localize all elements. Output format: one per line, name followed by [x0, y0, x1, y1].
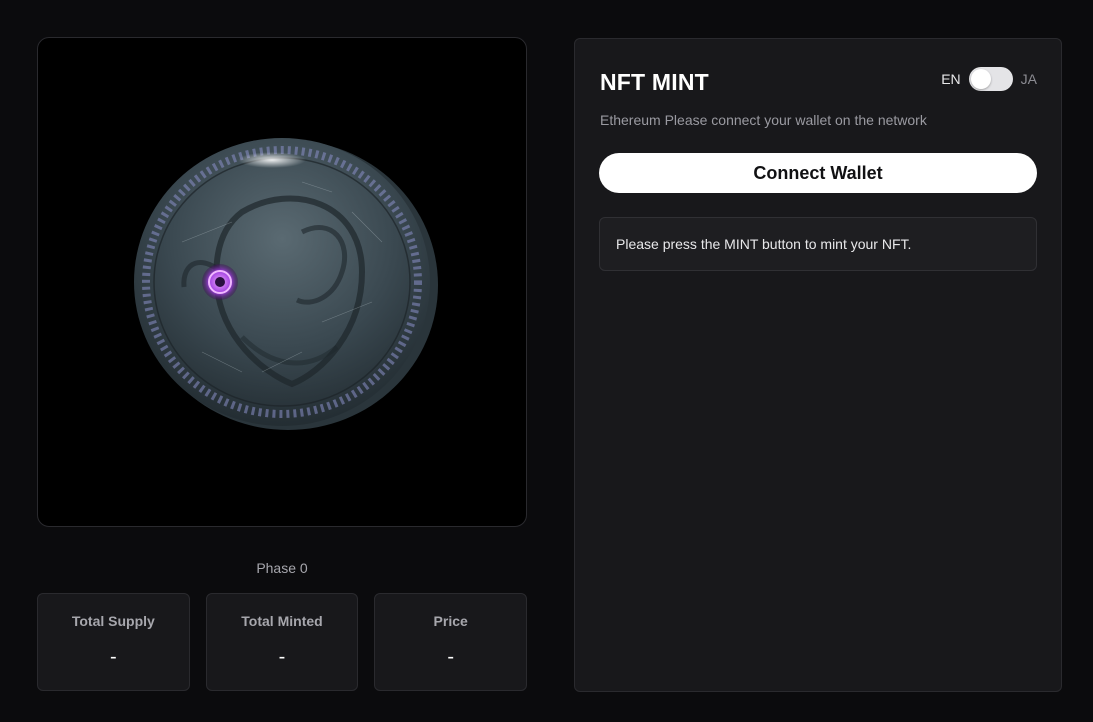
total-supply-value: - — [110, 646, 117, 668]
panel-title: NFT MINT — [600, 69, 709, 95]
language-toggle[interactable] — [968, 67, 1013, 91]
price-card: Price - — [374, 593, 528, 691]
mint-panel: NFT MINT EN JA Ethereum Please connect y… — [574, 38, 1062, 692]
total-supply-card: Total Supply - — [37, 593, 190, 691]
total-minted-value: - — [278, 646, 286, 668]
total-minted-card: Total Minted - — [205, 593, 359, 691]
toggle-knob — [970, 69, 991, 89]
artwork-column: Phase 0 Total Supply - Total Minted - Pr… — [37, 37, 528, 691]
network-instruction: Ethereum Please connect your wallet on t… — [600, 112, 927, 128]
alien-coin-image — [134, 138, 438, 430]
total-minted-label: Total Minted — [241, 613, 323, 629]
mint-notice-text: Please press the MINT button to mint you… — [616, 236, 912, 252]
language-switcher: EN JA — [941, 67, 1037, 91]
mint-notice: Please press the MINT button to mint you… — [599, 217, 1037, 271]
price-label: Price — [433, 613, 468, 629]
language-ja-label: JA — [1020, 71, 1037, 87]
total-supply-label: Total Supply — [71, 613, 155, 629]
connect-wallet-button[interactable]: Connect Wallet — [599, 153, 1037, 193]
phase-label: Phase 0 — [256, 560, 308, 576]
nft-artwork — [37, 37, 527, 527]
language-en-label: EN — [941, 71, 961, 87]
price-value: - — [447, 646, 455, 668]
stats-row: Total Supply - Total Minted - Price - — [37, 593, 528, 691]
